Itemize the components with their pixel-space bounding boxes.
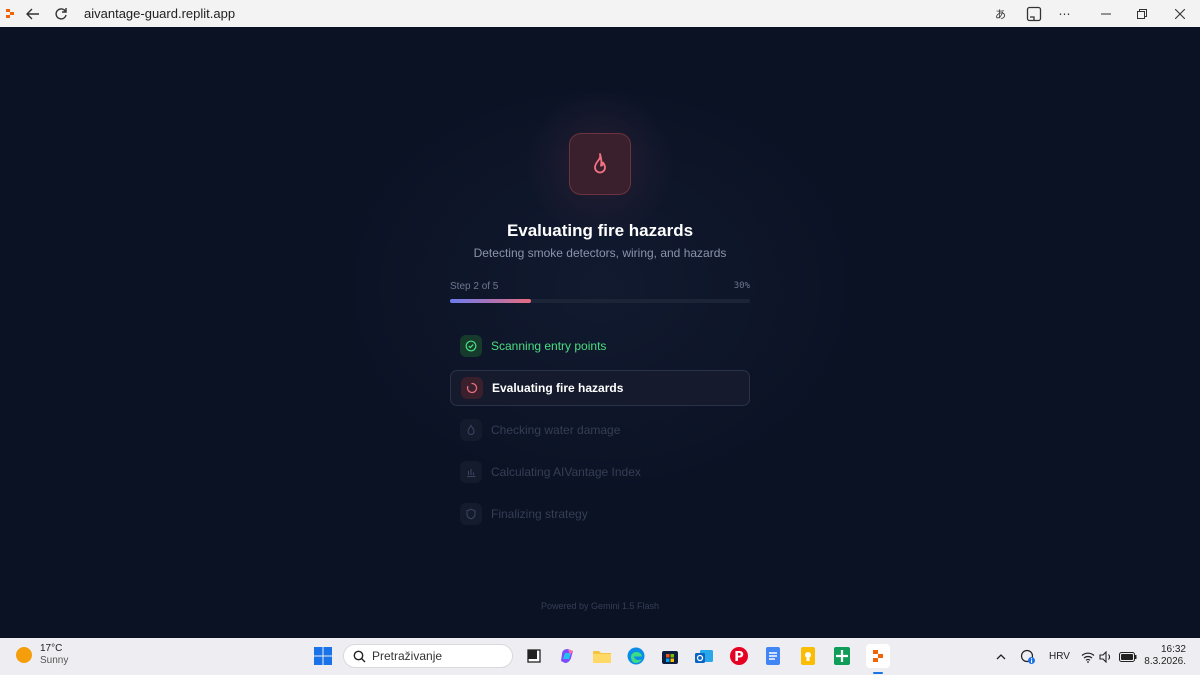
microsoft-store-icon[interactable] (660, 646, 680, 666)
replit-app-icon[interactable] (866, 644, 890, 668)
refresh-icon[interactable] (50, 0, 72, 27)
step-evaluating-fire-hazards: Evaluating fire hazards (450, 370, 750, 406)
weather-temp: 17°C (40, 643, 63, 654)
page-title: Evaluating fire hazards (506, 221, 694, 240)
step-label: Finalizing strategy (491, 507, 588, 521)
more-options-icon[interactable]: ⋯ (1049, 0, 1080, 27)
system-clock[interactable]: 16:32 8.3.2026. (1144, 644, 1186, 668)
taskbar-search[interactable] (343, 644, 513, 668)
main-content: Evaluating fire hazards Detecting smoke … (0, 27, 1200, 638)
wifi-icon[interactable] (1081, 638, 1095, 675)
pinterest-icon[interactable]: P (729, 646, 749, 666)
close-icon[interactable] (1160, 0, 1200, 27)
progress-fill (450, 299, 531, 303)
step-label: Calculating AIVantage Index (491, 465, 641, 479)
water-drop-icon (460, 419, 482, 441)
active-app-indicator (873, 672, 883, 674)
weather-widget[interactable]: 17°C Sunny (16, 643, 68, 667)
copilot-icon[interactable] (558, 646, 578, 666)
search-icon (353, 650, 366, 662)
step-scanning-entry-points: Scanning entry points (450, 328, 750, 364)
step-finalizing-strategy: Finalizing strategy (450, 496, 750, 532)
progress-percent: 30% (733, 281, 750, 291)
restore-icon[interactable] (1124, 0, 1160, 27)
google-docs-icon[interactable] (763, 646, 783, 666)
task-view-icon[interactable] (524, 646, 544, 666)
edge-browser-icon[interactable] (626, 646, 646, 666)
step-label: Checking water damage (491, 423, 621, 437)
step-calculating-aivantage-index: Calculating AIVantage Index (450, 454, 750, 490)
weather-condition: Sunny (40, 655, 69, 666)
svg-text:P: P (734, 650, 744, 665)
step-label: Scanning entry points (491, 339, 607, 353)
cast-icon[interactable] (1018, 0, 1049, 27)
back-arrow-icon[interactable] (22, 0, 44, 27)
bar-chart-icon (460, 461, 482, 483)
clock-date: 8.3.2026. (1144, 656, 1186, 667)
fire-icon-container (569, 133, 631, 195)
clock-time: 16:32 (1160, 644, 1186, 655)
sun-icon (16, 647, 32, 663)
step-label: Evaluating fire hazards (492, 381, 624, 395)
windows-start-icon[interactable] (313, 646, 333, 666)
svg-text:あ: あ (995, 8, 1006, 21)
step-checking-water-damage: Checking water damage (450, 412, 750, 448)
browser-toolbar: aivantage-guard.replit.app あ ⋯ (0, 0, 1200, 27)
volume-icon[interactable] (1099, 638, 1113, 675)
spinner-icon (461, 377, 483, 399)
google-keep-icon[interactable] (798, 646, 818, 666)
step-counter: Step 2 of 5 (450, 281, 499, 292)
taskbar: 17°C Sunny P i (0, 638, 1200, 675)
outlook-icon[interactable] (694, 646, 714, 666)
file-explorer-icon[interactable] (592, 646, 612, 666)
progress-bar (450, 299, 750, 303)
minimize-icon[interactable] (1088, 0, 1124, 27)
language-indicator[interactable]: HRV (1049, 638, 1070, 675)
check-circle-icon (460, 335, 482, 357)
svg-text:i: i (1030, 657, 1032, 664)
system-monitor-icon[interactable]: i (1020, 638, 1036, 675)
search-input[interactable] (372, 649, 502, 663)
powered-by-text: Powered by Gemini 1.5 Flash (540, 601, 660, 611)
url-text[interactable]: aivantage-guard.replit.app (84, 6, 235, 21)
replit-logo-icon (0, 0, 22, 27)
show-hidden-icons[interactable] (996, 638, 1006, 675)
battery-icon[interactable] (1119, 638, 1137, 675)
page-subtitle: Detecting smoke detectors, wiring, and h… (473, 246, 727, 260)
shield-icon (460, 503, 482, 525)
flame-icon (594, 153, 606, 174)
translate-icon[interactable]: あ (987, 0, 1018, 27)
google-sheets-icon[interactable] (832, 646, 852, 666)
